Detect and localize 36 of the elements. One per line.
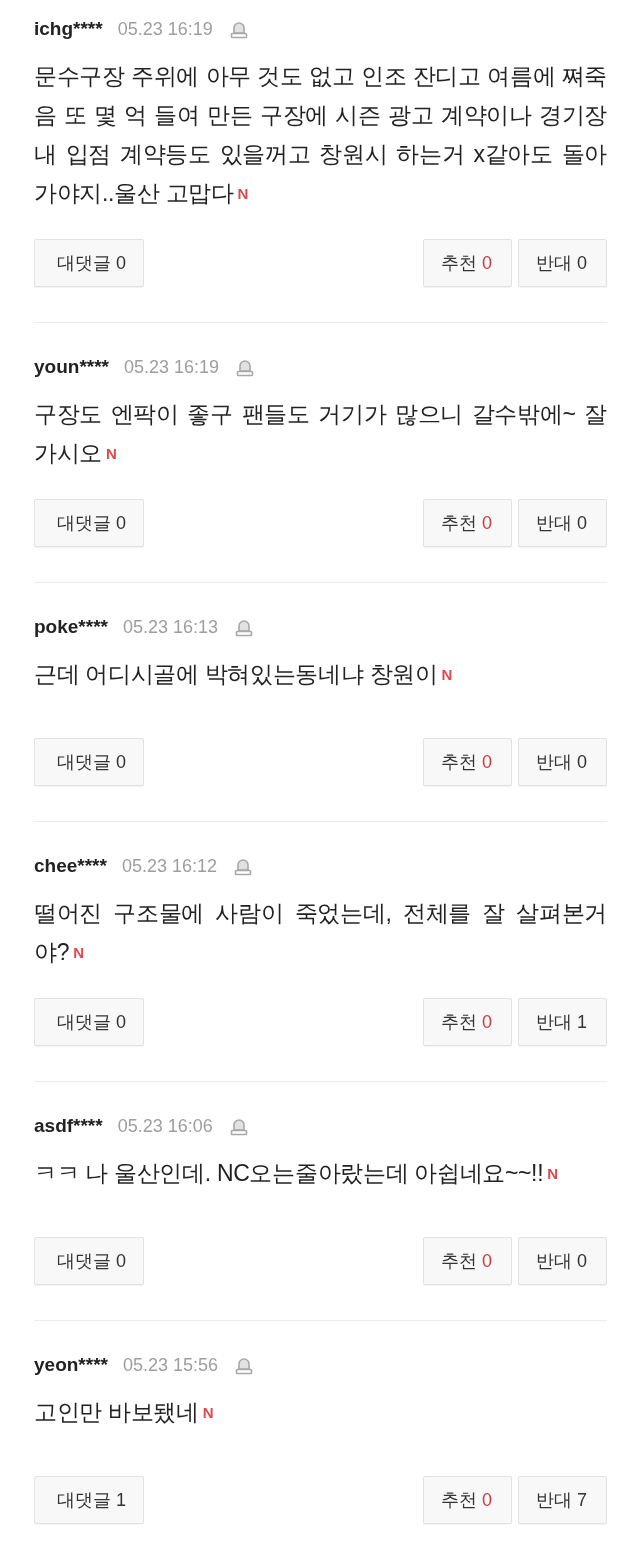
dislike-button[interactable]: 반대 0 <box>518 499 607 547</box>
like-button[interactable]: 추천 0 <box>423 239 512 287</box>
like-button[interactable]: 추천 0 <box>423 499 512 547</box>
dislike-button[interactable]: 반대 1 <box>518 998 607 1046</box>
dislike-button[interactable]: 반대 7 <box>518 1476 607 1524</box>
siren-icon[interactable] <box>229 1116 248 1136</box>
reply-button[interactable]: 대댓글 0 <box>34 499 144 547</box>
timestamp: 05.23 16:19 <box>123 356 220 378</box>
like-button[interactable]: 추천 0 <box>423 1237 512 1285</box>
like-button[interactable]: 추천 0 <box>423 998 512 1046</box>
reply-button[interactable]: 대댓글 0 <box>34 738 144 786</box>
timestamp: 05.23 16:12 <box>121 855 217 877</box>
like-button[interactable]: 추천 0 <box>423 1476 512 1524</box>
reply-button[interactable]: 대댓글 0 <box>34 998 144 1046</box>
dislike-button[interactable]: 반대 0 <box>518 1237 607 1285</box>
username: poke**** <box>34 616 108 638</box>
reply-button[interactable]: 대댓글 0 <box>34 239 144 287</box>
siren-icon[interactable] <box>236 357 255 377</box>
username: yeon**** <box>34 1354 108 1376</box>
timestamp: 05.23 15:56 <box>122 1354 218 1376</box>
reply-button[interactable]: 대댓글 0 <box>34 1237 144 1285</box>
siren-icon[interactable] <box>234 856 252 876</box>
siren-icon[interactable] <box>235 617 253 637</box>
timestamp: 05.23 16:19 <box>117 18 213 40</box>
username: asdf**** <box>34 1115 103 1137</box>
reply-button[interactable]: 대댓글 1 <box>34 1476 144 1524</box>
username: chee**** <box>34 855 107 877</box>
timestamp: 05.23 16:06 <box>117 1115 213 1137</box>
siren-icon[interactable] <box>229 19 248 39</box>
username: ichg**** <box>34 18 103 40</box>
username: youn**** <box>34 356 109 378</box>
timestamp: 05.23 16:13 <box>122 616 218 638</box>
siren-icon[interactable] <box>235 1355 253 1375</box>
dislike-button[interactable]: 반대 0 <box>518 738 607 786</box>
dislike-button[interactable]: 반대 0 <box>518 239 607 287</box>
like-button[interactable]: 추천 0 <box>423 738 512 786</box>
